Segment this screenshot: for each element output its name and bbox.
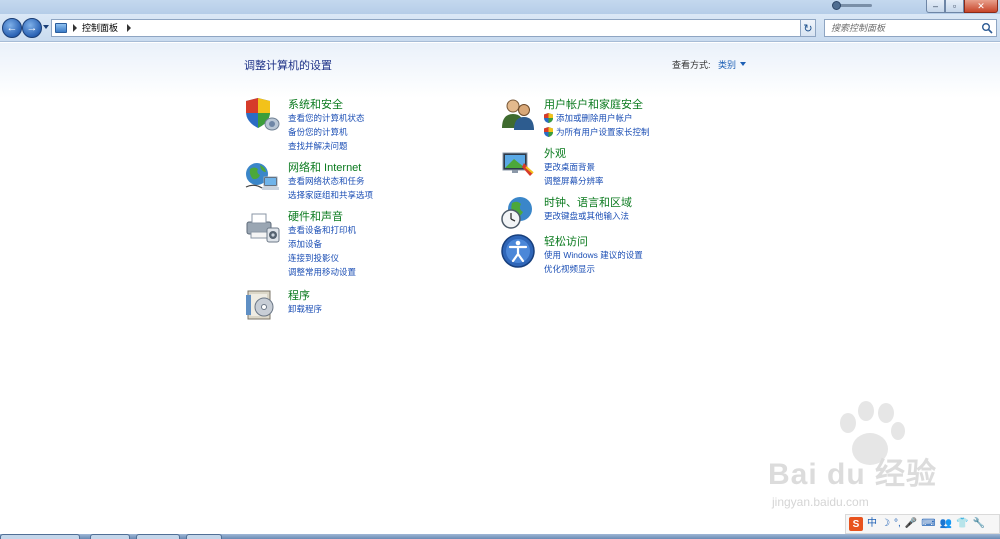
link-view-network-status[interactable]: 查看网络状态和任务 [288,174,373,188]
link-windows-recommended[interactable]: 使用 Windows 建议的设置 [544,248,643,262]
category-title-network[interactable]: 网络和 Internet [288,159,361,175]
baidu-watermark-text: Bai du 经验 [768,458,938,491]
printer-icon[interactable] [244,208,280,244]
moon-icon[interactable]: ☽ [881,519,890,529]
users-icon[interactable] [500,96,536,132]
link-find-fix-problems[interactable]: 查找并解决问题 [288,139,365,153]
breadcrumb-control-panel[interactable]: 控制面板 [82,22,118,34]
main-content: 调整计算机的设置 查看方式: 类别 系统和安全 查看您的计算机状态 备份您的计算… [0,43,1000,534]
refresh-icon: ↻ [803,22,813,35]
view-by-label: 查看方式: [672,60,711,70]
punctuation-icon[interactable]: °, [894,519,901,529]
link-homegroup-sharing[interactable]: 选择家庭组和共享选项 [288,188,373,202]
back-button[interactable]: ← [2,18,22,38]
search-input[interactable]: 搜索控制面板 [824,19,997,37]
link-optimize-display[interactable]: 优化视频显示 [544,262,643,276]
recent-pages-dropdown[interactable] [43,25,49,29]
wrench-icon[interactable]: 🔧 [973,519,985,529]
search-icon[interactable] [981,22,993,34]
category-clock-language-region: 时钟、语言和区域 更改键盘或其他输入法 [500,194,740,230]
appearance-icon[interactable] [500,145,536,181]
link-change-keyboard[interactable]: 更改键盘或其他输入法 [544,209,629,223]
breadcrumb-chevron-icon[interactable] [73,24,77,32]
category-title-appearance[interactable]: 外观 [544,145,566,161]
network-globe-icon[interactable] [244,159,280,195]
ease-of-access-icon[interactable] [500,233,536,269]
uac-shield-icon [544,113,553,123]
ime-toolbar: S 中 ☽ °, 🎤 ⌨ 👥 👕 🔧 [845,514,1000,534]
link-parental-controls-label: 为所有用户设置家长控制 [556,127,650,137]
microphone-icon[interactable]: 🎤 [905,519,917,529]
breadcrumb-chevron-icon[interactable] [127,24,131,32]
page-title: 调整计算机的设置 [244,60,332,72]
link-screen-resolution[interactable]: 调整屏幕分辨率 [544,174,604,188]
link-add-remove-accounts[interactable]: 添加或删除用户帐户 [544,111,650,125]
link-parental-controls[interactable]: 为所有用户设置家长控制 [544,125,650,139]
address-bar[interactable]: 控制面板 [51,19,797,37]
category-title-hardware[interactable]: 硬件和声音 [288,208,343,224]
category-title-programs[interactable]: 程序 [288,287,310,303]
taskbar-item[interactable] [186,534,222,539]
taskbar-item[interactable] [136,534,180,539]
category-user-accounts: 用户帐户和家庭安全 添加或删除用户帐户 为所有用户设置家长控制 [500,96,740,142]
programs-icon[interactable] [244,287,280,323]
category-title-system[interactable]: 系统和安全 [288,96,343,112]
category-title-ease[interactable]: 轻松访问 [544,233,588,249]
minimize-button[interactable]: – [926,0,945,13]
link-backup-computer[interactable]: 备份您的计算机 [288,125,365,139]
category-network-internet: 网络和 Internet 查看网络状态和任务 选择家庭组和共享选项 [244,159,464,203]
forward-button[interactable]: → [22,18,42,38]
link-uninstall-program[interactable]: 卸载程序 [288,302,322,316]
arrow-left-icon: ← [6,22,18,34]
category-programs: 程序 卸载程序 [244,287,464,323]
control-panel-icon [55,23,67,33]
ime-mode-chinese[interactable]: 中 [867,519,877,529]
view-by-dropdown[interactable]: 类别 [718,58,736,71]
taskbar-item[interactable] [90,534,130,539]
link-add-remove-accounts-label: 添加或删除用户帐户 [556,113,633,123]
category-title-users[interactable]: 用户帐户和家庭安全 [544,96,643,112]
keyboard-icon[interactable]: ⌨ [921,519,935,529]
link-change-background[interactable]: 更改桌面背景 [544,160,604,174]
sogou-logo-icon[interactable]: S [849,517,863,531]
category-appearance: 外观 更改桌面背景 调整屏幕分辨率 [500,145,740,189]
maximize-button[interactable]: ▫ [945,0,964,13]
link-view-computer-status[interactable]: 查看您的计算机状态 [288,111,365,125]
taskbar-start-button[interactable] [0,534,80,539]
users-icon[interactable]: 👥 [940,519,952,529]
clock-globe-icon[interactable] [500,194,536,230]
category-title-clock[interactable]: 时钟、语言和区域 [544,194,632,210]
baidu-watermark-url: jingyan.baidu.com [772,495,869,509]
link-devices-printers[interactable]: 查看设备和打印机 [288,223,356,237]
category-system-security: 系统和安全 查看您的计算机状态 备份您的计算机 查找并解决问题 [244,96,464,156]
navigation-bar: ← → 控制面板 ↻ 搜索控制面板 [0,14,1000,42]
link-connect-projector[interactable]: 连接到投影仪 [288,251,356,265]
category-hardware-sound: 硬件和声音 查看设备和打印机 添加设备 连接到投影仪 调整常用移动设置 [244,208,464,280]
uac-shield-icon [544,127,553,137]
zoom-slider-track[interactable] [836,4,872,7]
skin-icon[interactable]: 👕 [956,519,968,529]
shield-icon[interactable] [244,96,280,132]
close-button[interactable]: ✕ [964,0,998,13]
search-placeholder: 搜索控制面板 [831,23,886,33]
chevron-down-icon[interactable] [740,62,746,66]
arrow-right-icon: → [26,22,38,34]
zoom-slider-thumb[interactable] [832,1,841,10]
title-bar: – ▫ ✕ [0,0,1000,14]
link-add-device[interactable]: 添加设备 [288,237,356,251]
refresh-button[interactable]: ↻ [800,19,816,37]
link-mobility-settings[interactable]: 调整常用移动设置 [288,265,356,279]
category-ease-of-access: 轻松访问 使用 Windows 建议的设置 优化视频显示 [500,233,740,277]
